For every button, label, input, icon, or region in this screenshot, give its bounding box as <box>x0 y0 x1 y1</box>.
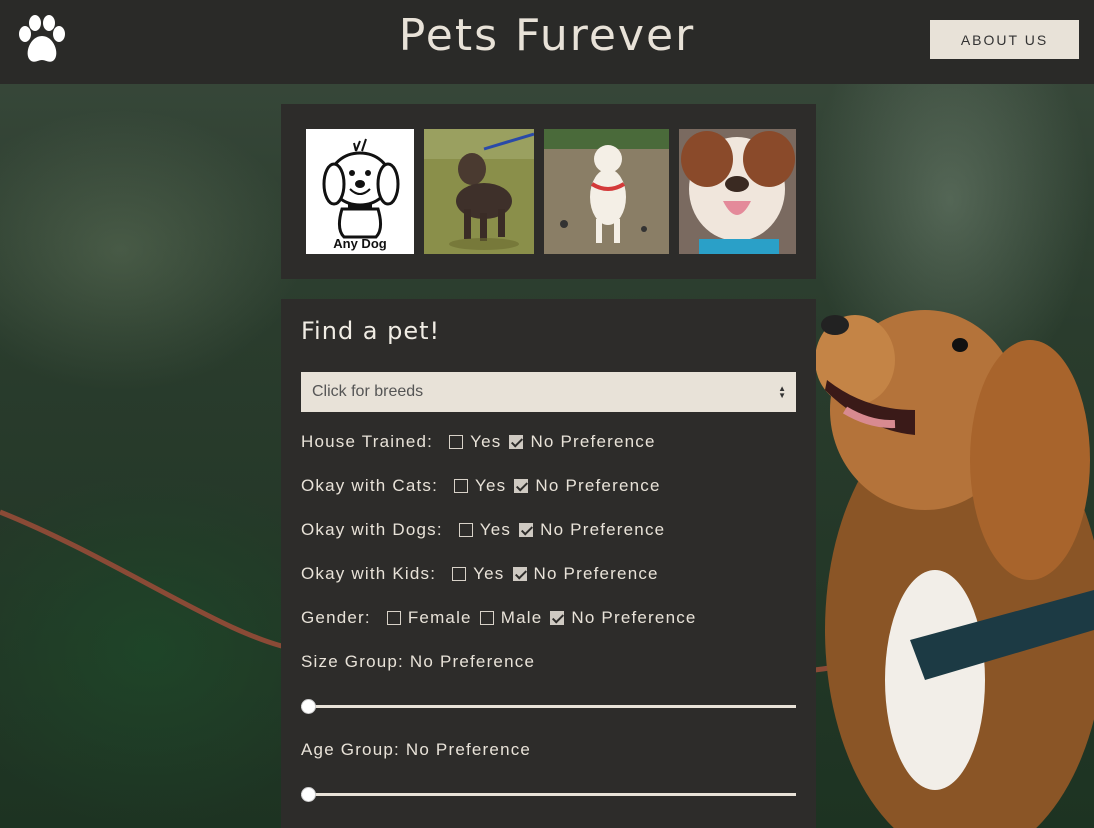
house-trained-yes-checkbox[interactable] <box>449 435 464 449</box>
brindle-dog-photo[interactable] <box>424 129 534 254</box>
house-trained-yes-label: Yes <box>470 432 502 451</box>
select-arrows-icon: ▲ ▼ <box>778 384 786 400</box>
breed-select[interactable]: Click for breeds ▲ ▼ <box>301 372 796 412</box>
gender-nopref-checkbox[interactable] <box>550 611 565 625</box>
gender-female-label: Female <box>407 608 472 627</box>
cats-yes-checkbox[interactable] <box>454 479 469 493</box>
kids-label: Okay with Kids: <box>301 564 437 583</box>
cats-nopref-label: No Preference <box>535 476 661 495</box>
age-slider-track <box>301 793 796 796</box>
about-us-button[interactable]: ABOUT US <box>930 20 1079 59</box>
age-group-label: Age Group: No Preference <box>301 740 532 759</box>
kids-yes-checkbox[interactable] <box>452 567 467 581</box>
gender-label: Gender: <box>301 608 371 627</box>
find-pet-panel: Find a pet! Click for breeds ▲ ▼ House Tr… <box>281 299 816 828</box>
dogs-row: Okay with Dogs: Yes No Preference <box>301 518 673 542</box>
kids-row: Okay with Kids: Yes No Preference <box>301 562 667 586</box>
kids-nopref-checkbox[interactable] <box>512 567 527 581</box>
gender-female-checkbox[interactable] <box>386 611 401 625</box>
cats-label: Okay with Cats: <box>301 476 439 495</box>
any-dog-caption: Any Dog <box>333 236 387 251</box>
age-slider-handle[interactable] <box>301 787 316 802</box>
dogs-nopref-checkbox[interactable] <box>519 523 534 537</box>
kids-nopref-label: No Preference <box>533 564 659 583</box>
cats-row: Okay with Cats: Yes No Preference <box>301 474 669 498</box>
size-group-label: Size Group: No Preference <box>301 652 536 671</box>
dogs-yes-checkbox[interactable] <box>458 523 473 537</box>
size-slider-handle[interactable] <box>301 699 316 714</box>
white-dog-photo[interactable] <box>544 129 669 254</box>
house-trained-nopref-checkbox[interactable] <box>509 435 524 449</box>
house-trained-nopref-label: No Preference <box>530 432 656 451</box>
pet-photo-strip: Any Dog <box>281 104 816 279</box>
breed-select-placeholder: Click for breeds <box>312 383 424 400</box>
any-dog-photo[interactable]: Any Dog <box>306 129 414 254</box>
size-slider-track <box>301 705 796 708</box>
age-group-slider[interactable] <box>301 787 796 802</box>
top-header: Pets Furever ABOUT US <box>0 0 1094 84</box>
house-trained-row: House Trained: Yes No Preference <box>301 430 664 454</box>
dogs-yes-label: Yes <box>479 520 512 539</box>
size-group-slider[interactable] <box>301 699 796 714</box>
cats-yes-label: Yes <box>475 476 507 495</box>
cats-nopref-checkbox[interactable] <box>514 479 529 493</box>
gender-male-checkbox[interactable] <box>479 611 494 625</box>
spaniel-dog-image <box>815 310 1094 828</box>
house-trained-label: House Trained: <box>301 432 434 451</box>
gender-nopref-label: No Preference <box>571 608 697 627</box>
pitbull-dog-photo[interactable] <box>679 129 796 254</box>
dogs-nopref-label: No Preference <box>540 520 666 539</box>
gender-row: Gender: Female Male No Preference <box>301 606 705 630</box>
kids-yes-label: Yes <box>473 564 505 583</box>
find-pet-heading: Find a pet! <box>301 317 441 345</box>
dogs-label: Okay with Dogs: <box>301 520 443 539</box>
gender-male-label: Male <box>500 608 543 627</box>
